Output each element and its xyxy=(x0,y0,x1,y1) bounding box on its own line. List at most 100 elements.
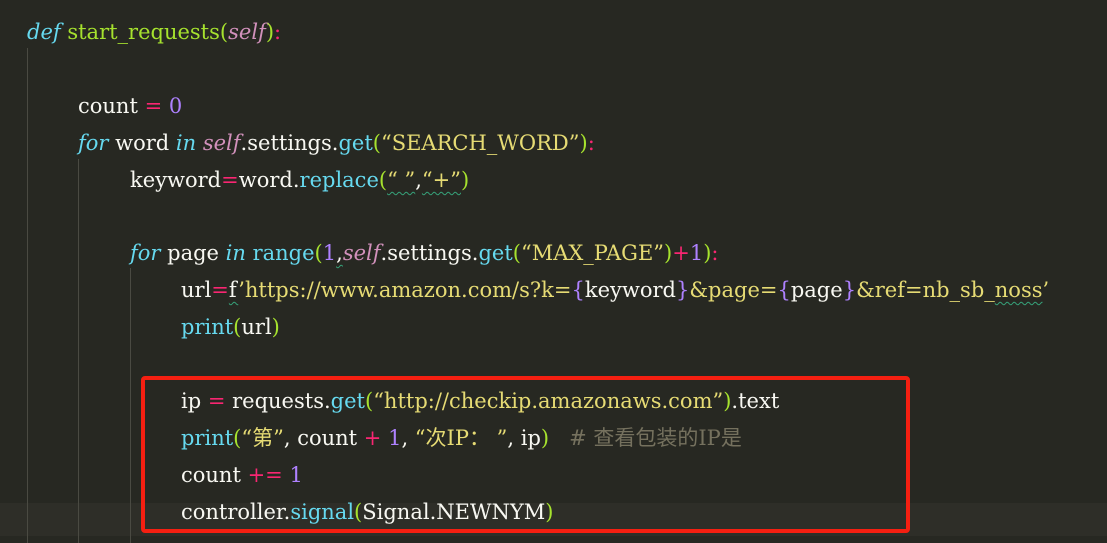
code-token: , xyxy=(336,241,343,265)
code-token: ) xyxy=(664,241,673,265)
code-token: url xyxy=(181,278,212,302)
code-token: . xyxy=(323,389,331,413)
code-token: page xyxy=(167,241,226,265)
code-token: noss xyxy=(994,278,1043,302)
code-token: url xyxy=(241,315,272,339)
code-token: ) xyxy=(265,20,275,44)
code-token: count xyxy=(181,463,248,487)
code-line[interactable]: for word in self.settings.get(“SEARCH_WO… xyxy=(0,125,595,162)
code-token: &ref=nb_sb_ xyxy=(856,278,995,302)
code-line[interactable]: count = 0 xyxy=(0,88,182,125)
code-token: keyword xyxy=(130,168,222,192)
code-token: Signal xyxy=(362,500,430,524)
code-token: ( xyxy=(219,20,229,44)
code-token: ’https://www.amazon.com/s?k= xyxy=(238,278,572,302)
code-token: ’ xyxy=(1042,278,1050,302)
code-token: + xyxy=(672,241,690,265)
code-line[interactable]: controller.signal(Signal.NEWNYM) xyxy=(0,494,553,531)
code-token: “第” xyxy=(241,426,284,450)
code-token: “+” xyxy=(421,168,461,192)
code-token: 1 xyxy=(388,426,402,450)
code-token: + xyxy=(363,426,389,450)
code-token: word xyxy=(238,168,293,192)
code-token: settings xyxy=(247,131,332,155)
code-token: settings xyxy=(387,241,472,265)
code-token: f xyxy=(228,278,239,302)
code-line[interactable]: for page in range(1,self.settings.get(“M… xyxy=(0,235,718,272)
code-token: &page= xyxy=(689,278,778,302)
code-token: requests xyxy=(232,389,324,413)
code-token: 0 xyxy=(168,94,183,118)
code-token: in xyxy=(225,241,253,265)
code-token: for xyxy=(78,131,116,155)
code-token: in xyxy=(175,131,203,155)
code-token: self xyxy=(342,241,381,265)
code-line[interactable]: print(url) xyxy=(0,309,280,346)
code-line[interactable]: url=f’https://www.amazon.com/s?k={keywor… xyxy=(0,272,1049,309)
code-line[interactable]: print(“第”, count + 1, “次IP： ”, ip) # 查看包… xyxy=(0,420,742,457)
code-token: += xyxy=(247,463,290,487)
code-token: , count xyxy=(283,426,364,450)
code-token: , xyxy=(401,426,415,450)
code-token: ( xyxy=(372,131,381,155)
code-token: ) xyxy=(579,131,588,155)
code-token: for xyxy=(130,241,168,265)
code-token: # 查看包装的IP是 xyxy=(549,426,742,450)
code-token: 1 xyxy=(689,241,704,265)
code-token: } xyxy=(842,278,857,302)
code-token: get xyxy=(478,241,513,265)
code-token: . xyxy=(292,168,300,192)
code-token: ) xyxy=(540,426,550,450)
code-token: “SEARCH_WORD” xyxy=(380,131,580,155)
code-token: ) xyxy=(545,500,554,524)
code-token: ( xyxy=(378,168,388,192)
code-token: = xyxy=(221,168,239,192)
code-token: ) xyxy=(271,315,280,339)
code-token: def xyxy=(27,20,68,44)
code-token: ip xyxy=(181,389,208,413)
code-token: : xyxy=(274,20,282,44)
code-token: range xyxy=(252,241,315,265)
code-token: print xyxy=(181,315,234,339)
code-editor[interactable]: def start_requests(self): count = 0 for wo… xyxy=(0,0,1107,543)
code-token: ) xyxy=(461,168,470,192)
code-token: : xyxy=(711,241,719,265)
code-token: “次IP： ” xyxy=(414,426,508,450)
code-token: self xyxy=(202,131,241,155)
code-line[interactable]: count += 1 xyxy=(0,457,303,494)
code-line[interactable]: keyword=word.replace(“ ”,“+”) xyxy=(0,162,469,199)
code-token: controller xyxy=(181,500,284,524)
code-token: : xyxy=(587,131,595,155)
code-token: signal xyxy=(290,500,355,524)
code-token: print xyxy=(181,426,234,450)
code-token: replace xyxy=(299,168,379,192)
code-token: “ ” xyxy=(387,168,416,192)
code-token: NEWNYM xyxy=(436,500,546,524)
code-token: = xyxy=(211,278,229,302)
code-token: get xyxy=(338,131,373,155)
code-token: get xyxy=(330,389,365,413)
code-token: = xyxy=(207,389,233,413)
code-token: 1 xyxy=(289,463,303,487)
code-token: word xyxy=(115,131,176,155)
code-token: text xyxy=(738,389,780,413)
code-token: start_requests xyxy=(67,20,220,44)
code-token: keyword xyxy=(584,278,676,302)
code-token: , ip xyxy=(507,426,541,450)
code-token: “http://checkip.amazonaws.com” xyxy=(373,389,724,413)
code-line[interactable]: ip = requests.get(“http://checkip.amazon… xyxy=(0,383,779,420)
code-token: page xyxy=(790,278,843,302)
code-token: ( xyxy=(314,241,323,265)
code-token: } xyxy=(675,278,690,302)
code-token: = xyxy=(144,94,169,118)
code-token: “MAX_PAGE” xyxy=(520,241,665,265)
code-line[interactable]: def start_requests(self): xyxy=(0,14,281,51)
code-token: , xyxy=(415,168,422,192)
code-token: self xyxy=(228,20,266,44)
code-token: 1 xyxy=(322,241,337,265)
code-token: { xyxy=(777,278,791,302)
code-token: count xyxy=(78,94,145,118)
code-token: { xyxy=(571,278,585,302)
code-token: ( xyxy=(512,241,521,265)
code-token: ( xyxy=(364,389,374,413)
